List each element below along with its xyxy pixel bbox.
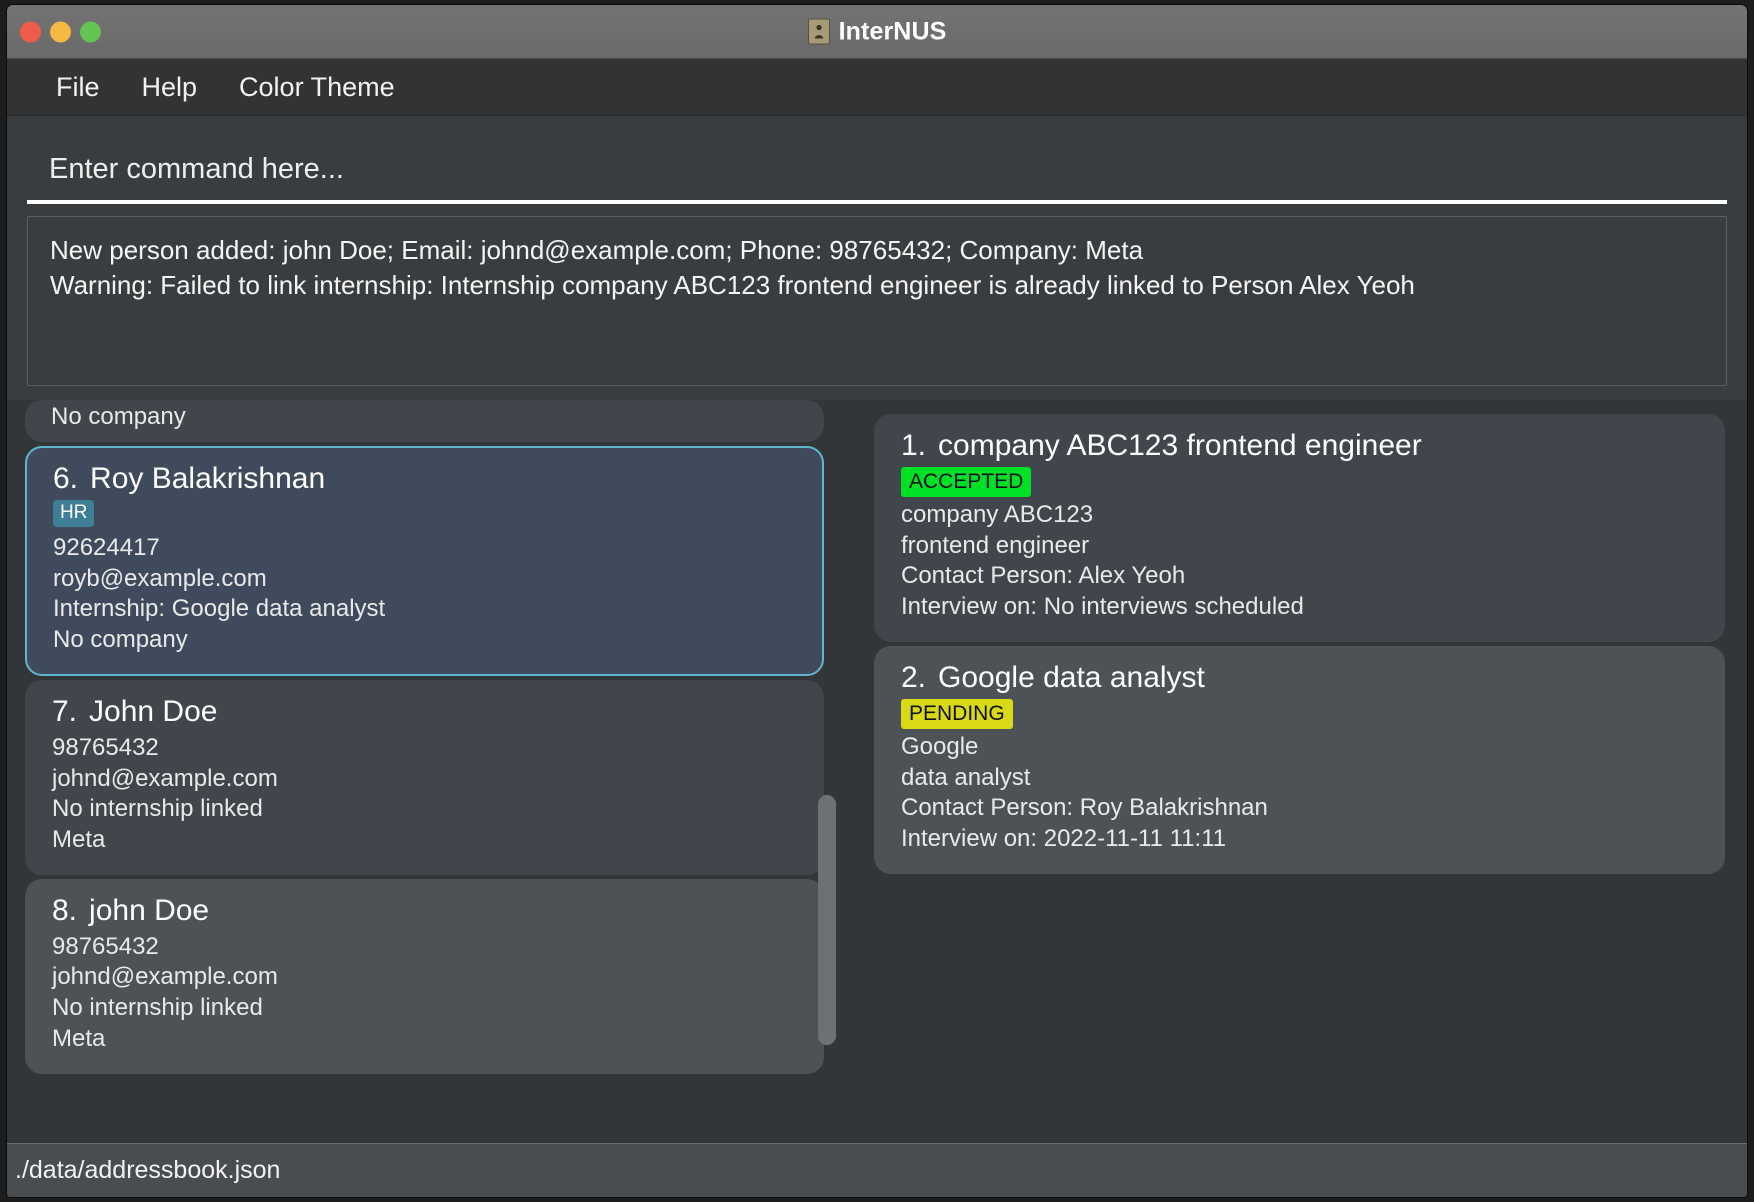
person-email: royb@example.com: [53, 564, 267, 592]
status-badge: ACCEPTED: [901, 467, 1032, 498]
main-content: No company 6. Roy Balakrishnan HR 9262441…: [7, 400, 1747, 1143]
menu-item-file[interactable]: File: [35, 68, 121, 107]
person-card-7[interactable]: 7. John Doe 98765432 johnd@example.com No…: [25, 679, 824, 875]
person-list-scrollbar-thumb[interactable]: [818, 795, 836, 1045]
internship-card-2[interactable]: 2. Google data analyst PENDING Google dat…: [874, 645, 1725, 874]
result-line-warning: Warning: Failed to link internship: Inte…: [50, 270, 1415, 301]
person-company: Meta: [52, 826, 106, 854]
person-card-title: 8. john Doe: [52, 894, 797, 928]
command-box: Enter command here...: [7, 116, 1747, 204]
status-bar: ./data/addressbook.json: [7, 1143, 1747, 1197]
person-phone: 98765432: [52, 733, 159, 761]
person-company: No company: [51, 403, 186, 430]
person-name: Roy Balakrishnan: [90, 462, 326, 495]
internship-contact: Contact Person: Roy Balakrishnan: [901, 794, 1268, 822]
person-name: john Doe: [89, 893, 210, 927]
person-internship: No internship linked: [52, 795, 263, 823]
internship-role: frontend engineer: [901, 531, 1090, 559]
person-list-panel: No company 6. Roy Balakrishnan HR 9262441…: [7, 400, 852, 1143]
command-input[interactable]: Enter command here...: [27, 138, 1727, 204]
internship-index: 2.: [901, 660, 927, 694]
menu-bar: File Help Color Theme: [7, 59, 1747, 116]
internship-list: 1. company ABC123 frontend engineer ACCEP…: [852, 400, 1747, 874]
person-company: Meta: [52, 1024, 106, 1052]
person-card-icon: [807, 18, 830, 45]
person-internship: Internship: Google data analyst: [53, 595, 386, 623]
person-card-title: 7. John Doe: [52, 695, 797, 729]
person-name: John Doe: [89, 694, 218, 728]
person-internship: No internship linked: [52, 994, 263, 1022]
person-card-6[interactable]: 6. Roy Balakrishnan HR 92624417 royb@exam…: [25, 446, 824, 676]
app-window: InterNUS File Help Color Theme Enter com…: [6, 4, 1748, 1198]
internship-interview: Interview on: 2022-11-11 11:11: [901, 825, 1227, 853]
person-card-8[interactable]: 8. john Doe 98765432 johnd@example.com No…: [25, 878, 824, 1074]
internship-interview: Interview on: No interviews scheduled: [901, 593, 1304, 621]
title-bar: InterNUS: [7, 5, 1747, 59]
person-phone: 92624417: [53, 534, 160, 561]
command-input-placeholder: Enter command here...: [49, 152, 344, 185]
internship-company: company ABC123: [901, 501, 1094, 528]
list-item-clipped[interactable]: No company: [25, 400, 824, 442]
window-title-group: InterNUS: [7, 17, 1747, 46]
person-index: 7.: [52, 694, 78, 728]
status-badge: PENDING: [901, 698, 1013, 729]
menu-item-color-theme[interactable]: Color Theme: [218, 68, 416, 107]
internship-index: 1.: [901, 429, 927, 462]
person-email: johnd@example.com: [52, 764, 278, 792]
internship-card-title: 2. Google data analyst: [901, 661, 1698, 695]
result-display-wrapper: New person added: john Doe; Email: johnd…: [7, 204, 1747, 400]
internship-list-panel: 1. company ABC123 frontend engineer ACCEP…: [852, 400, 1747, 1143]
person-phone: 98765432: [52, 932, 159, 960]
result-display: New person added: john Doe; Email: johnd…: [27, 216, 1727, 386]
internship-role: data analyst: [901, 763, 1031, 791]
person-tag-hr: HR: [53, 500, 95, 527]
person-list-scroll-track[interactable]: [818, 400, 844, 1143]
person-email: johnd@example.com: [52, 963, 278, 991]
internship-status-row: PENDING: [901, 698, 1698, 729]
person-list: No company 6. Roy Balakrishnan HR 9262441…: [7, 400, 852, 1074]
window-title: InterNUS: [838, 17, 947, 45]
internship-contact: Contact Person: Alex Yeoh: [901, 562, 1186, 590]
menu-item-help[interactable]: Help: [121, 68, 219, 107]
internship-name: company ABC123 frontend engineer: [938, 429, 1422, 462]
person-card-title: 6. Roy Balakrishnan: [53, 462, 796, 496]
person-index: 8.: [52, 893, 78, 927]
internship-name: Google data analyst: [938, 660, 1205, 694]
person-tag-row: HR: [53, 500, 796, 528]
save-location-path: ./data/addressbook.json: [15, 1156, 281, 1184]
result-line-added: New person added: john Doe; Email: johnd…: [50, 235, 1144, 265]
internship-status-row: ACCEPTED: [901, 467, 1698, 498]
internship-card-title: 1. company ABC123 frontend engineer: [901, 429, 1698, 463]
person-company: No company: [53, 626, 188, 654]
person-index: 6.: [53, 462, 79, 495]
internship-company: Google: [901, 732, 979, 760]
internship-card-1[interactable]: 1. company ABC123 frontend engineer ACCEP…: [874, 414, 1725, 642]
